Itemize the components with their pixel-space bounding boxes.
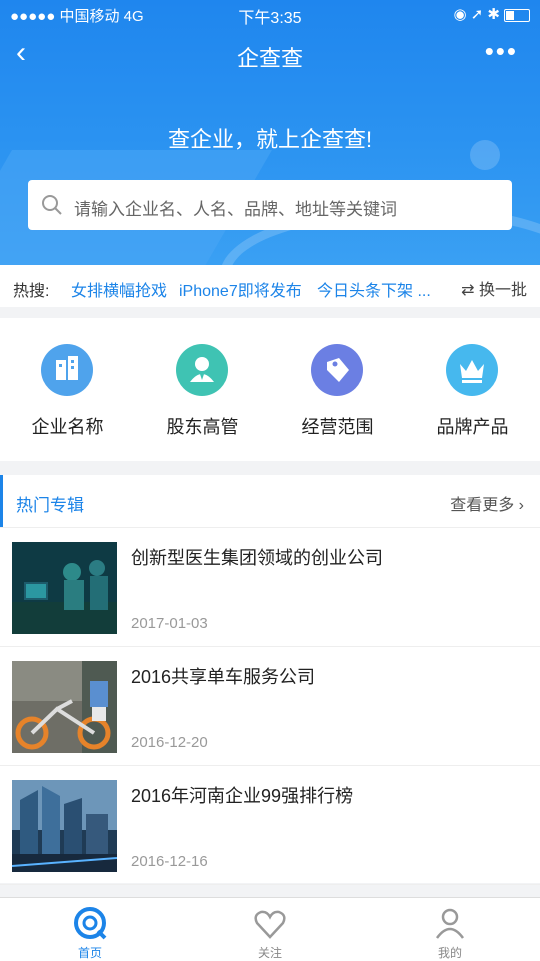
thumbnail-image [12,780,117,872]
home-q-icon [74,907,107,940]
hot-keyword[interactable]: iPhone7即将发布 [179,277,302,301]
section-title: 热门专辑 [16,496,84,515]
status-right-icons: ◉ ➚ ✱ [453,6,500,23]
category-label: 企业名称 [31,417,104,437]
tab-profile[interactable]: 我的 [360,898,540,961]
tab-bar: 首页 关注 我的 [0,897,540,961]
search-icon [42,195,62,215]
section-header: 热门专辑 查看更多 › [0,475,540,528]
hot-keyword[interactable]: 今日头条下架 ... [317,277,431,301]
topic-date: 2017-01-03 [131,615,208,632]
status-icons: ◉ ➚ ✱ [453,5,530,23]
battery-icon [504,8,530,22]
more-button[interactable]: ••• [485,36,518,67]
tag-icon [311,344,363,396]
category-label: 品牌产品 [436,417,509,437]
thumbnail-image [12,661,117,753]
search-placeholder: 请输入企业名、人名、品牌、地址等关键词 [74,200,397,219]
category-label: 股东高管 [166,417,239,437]
list-item[interactable]: 创新型医生集团领域的创业公司 2017-01-03 [0,528,540,647]
hot-search-label: 热搜: [13,283,50,300]
view-more-link[interactable]: 查看更多 › [450,491,524,515]
list-item[interactable]: 2016年河南企业99强排行榜 2016-12-16 [0,766,540,885]
topic-date: 2016-12-16 [131,853,208,870]
category-business-scope[interactable]: 经营范围 [270,318,405,461]
topic-date: 2016-12-20 [131,734,208,751]
crown-icon [446,344,498,396]
category-shareholders[interactable]: 股东高管 [135,318,270,461]
nav-bar: ‹ 企查查 ••• [0,28,540,80]
topic-title: 创新型医生集团领域的创业公司 [131,548,383,568]
person-icon [176,344,228,396]
section-accent [0,475,3,527]
tab-label: 首页 [77,946,102,960]
hot-keyword[interactable]: 女排横幅抢戏 [71,277,167,301]
tab-label: 我的 [437,946,462,960]
search-input[interactable]: 请输入企业名、人名、品牌、地址等关键词 [28,180,512,230]
hot-topics-section: 热门专辑 查看更多 › 创新型医生集团领域的创业公司 2017-01-03 20… [0,475,540,885]
tab-label: 关注 [257,946,282,960]
refresh-hot-button[interactable]: ⇄ 换一批 [461,276,527,300]
building-icon [41,344,93,396]
list-item[interactable]: 2016共享单车服务公司 2016-12-20 [0,647,540,766]
status-bar: ●●●●● 中国移动 4G 下午3:35 ◉ ➚ ✱ [0,0,540,28]
thumbnail-image [12,542,117,634]
category-label: 经营范围 [301,417,374,437]
follow-icon [254,910,286,939]
category-company-name[interactable]: 企业名称 [0,318,135,461]
tab-home[interactable]: 首页 [0,898,180,961]
tab-follow[interactable]: 关注 [180,898,360,961]
topic-title: 2016年河南企业99强排行榜 [131,786,354,806]
category-grid: 企业名称 股东高管 经营范围 品牌产品 [0,318,540,461]
profile-icon [435,908,465,939]
topic-title: 2016共享单车服务公司 [131,667,316,687]
page-title: 企查查 [236,46,303,71]
category-brand-products[interactable]: 品牌产品 [405,318,540,461]
hot-search-bar: 热搜: 女排横幅抢戏 iPhone7即将发布 今日头条下架 ... ⇄ 换一批 [0,265,540,307]
slogan: 查企业，就上企查查! [167,127,373,152]
